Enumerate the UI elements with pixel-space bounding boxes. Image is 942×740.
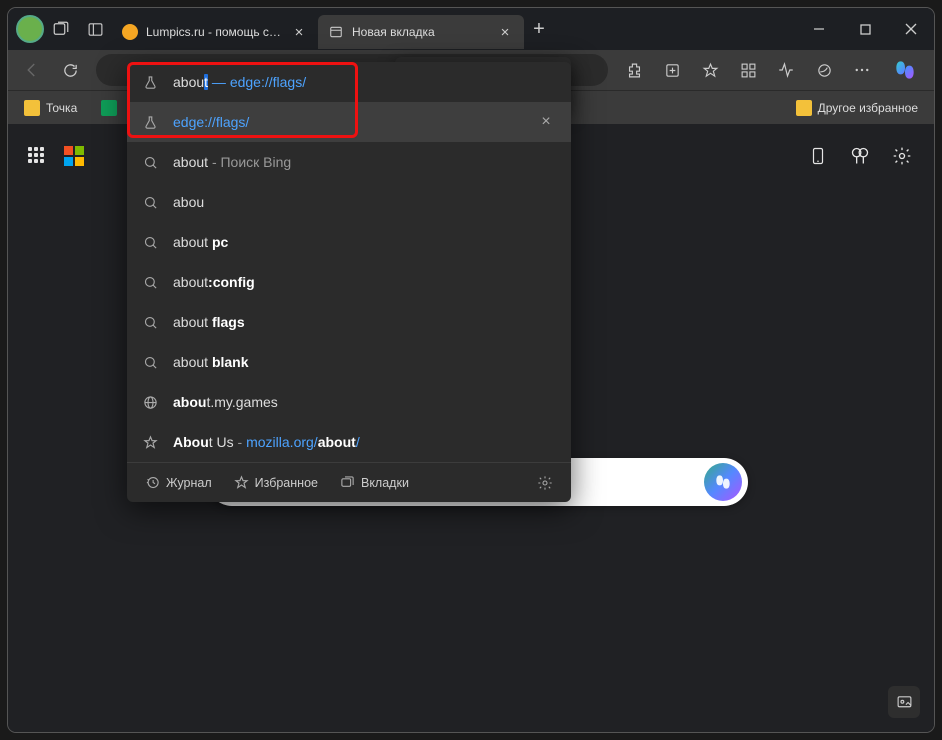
settings-gear-icon[interactable] <box>890 144 914 168</box>
suggestion-text: edge://flags/ <box>173 114 521 130</box>
suggestion-item[interactable]: About Us - mozilla.org/about/ <box>127 422 571 462</box>
profile-avatar[interactable] <box>16 15 44 43</box>
browser-window: Lumpics.ru - помощь с компьют × Новая вк… <box>8 8 934 732</box>
suggestion-text: about blank <box>173 354 557 370</box>
footer-history[interactable]: Журнал <box>137 471 220 494</box>
suggestion-item[interactable]: about.my.games <box>127 382 571 422</box>
star-icon <box>234 475 249 490</box>
globe-icon <box>141 395 159 410</box>
copilot-search-icon[interactable] <box>704 463 742 501</box>
suggestion-item[interactable]: about:config <box>127 262 571 302</box>
suggestion-text: About Us - mozilla.org/about/ <box>173 434 557 450</box>
close-tab-icon[interactable]: × <box>496 23 514 41</box>
suggestion-item[interactable]: about - Поиск Bing <box>127 142 571 182</box>
omnibox-input-row[interactable]: about — edge://flags/ <box>127 62 571 102</box>
copilot-button[interactable] <box>888 53 922 87</box>
mobile-icon[interactable] <box>806 144 830 168</box>
extensions-button[interactable] <box>616 54 652 86</box>
rewards-icon[interactable] <box>848 144 872 168</box>
bookmark-label: Другое избранное <box>818 101 918 115</box>
suggestion-item[interactable]: about pc <box>127 222 571 262</box>
omnibox-dropdown: about — edge://flags/ edge://flags/ × ab… <box>127 62 571 502</box>
maximize-button[interactable] <box>842 8 888 50</box>
tab-lumpics[interactable]: Lumpics.ru - помощь с компьют × <box>112 15 318 49</box>
ie-mode-button[interactable] <box>806 54 842 86</box>
more-button[interactable] <box>844 54 880 86</box>
tab-newtab[interactable]: Новая вкладка × <box>318 15 524 49</box>
other-bookmarks[interactable]: Другое избранное <box>790 96 924 120</box>
omnibox-settings-icon[interactable] <box>529 471 561 495</box>
new-tab-button[interactable]: + <box>524 14 554 44</box>
search-icon <box>141 315 159 330</box>
collections-button[interactable] <box>654 54 690 86</box>
tab-label: Новая вкладка <box>352 25 488 39</box>
close-window-button[interactable] <box>888 8 934 50</box>
titlebar: Lumpics.ru - помощь с компьют × Новая вк… <box>8 8 934 50</box>
content-toolbar-left <box>28 146 84 166</box>
flask-icon <box>141 115 159 130</box>
tabs-icon <box>340 475 355 490</box>
workspaces-icon[interactable] <box>44 12 78 46</box>
back-button[interactable] <box>14 54 50 86</box>
omnibox-footer: Журнал Избранное Вкладки <box>127 462 571 502</box>
favicon-newtab <box>328 24 344 40</box>
suggestion-text: about:config <box>173 274 557 290</box>
vertical-tabs-icon[interactable] <box>78 12 112 46</box>
omnibox-text: about — edge://flags/ <box>173 74 557 90</box>
apps-launcher-icon[interactable] <box>28 147 46 165</box>
content-toolbar-right <box>806 144 914 168</box>
remove-suggestion-icon[interactable]: × <box>535 111 557 133</box>
bookmark-item[interactable]: Точка <box>18 96 83 120</box>
tab-label: Lumpics.ru - помощь с компьют <box>146 25 282 39</box>
suggestion-item[interactable]: edge://flags/ × <box>127 102 571 142</box>
star-icon <box>141 435 159 450</box>
suggestion-item[interactable]: abou <box>127 182 571 222</box>
search-icon <box>141 275 159 290</box>
suggestion-text: about pc <box>173 234 557 250</box>
footer-tabs[interactable]: Вкладки <box>332 471 417 494</box>
suggestion-item[interactable]: about blank <box>127 342 571 382</box>
search-icon <box>141 155 159 170</box>
feedback-button[interactable] <box>888 686 920 718</box>
flask-icon <box>141 75 159 90</box>
minimize-button[interactable] <box>796 8 842 50</box>
suggestion-text: about - Поиск Bing <box>173 154 557 170</box>
suggestion-text: about flags <box>173 314 557 330</box>
history-icon <box>145 475 160 490</box>
footer-star[interactable]: Избранное <box>226 471 326 494</box>
search-icon <box>141 235 159 250</box>
bookmark-label: Точка <box>46 101 77 115</box>
suggestion-text: abou <box>173 194 557 210</box>
search-icon <box>141 195 159 210</box>
suggestion-text: about.my.games <box>173 394 557 410</box>
search-icon <box>141 355 159 370</box>
performance-button[interactable] <box>768 54 804 86</box>
apps-toolbar-button[interactable] <box>730 54 766 86</box>
suggestion-item[interactable]: about flags <box>127 302 571 342</box>
reload-button[interactable] <box>52 54 88 86</box>
microsoft-logo-icon[interactable] <box>64 146 84 166</box>
favicon-lumpics <box>122 24 138 40</box>
bookmark-item[interactable] <box>95 96 123 120</box>
favorites-button[interactable] <box>692 54 728 86</box>
close-tab-icon[interactable]: × <box>290 23 308 41</box>
